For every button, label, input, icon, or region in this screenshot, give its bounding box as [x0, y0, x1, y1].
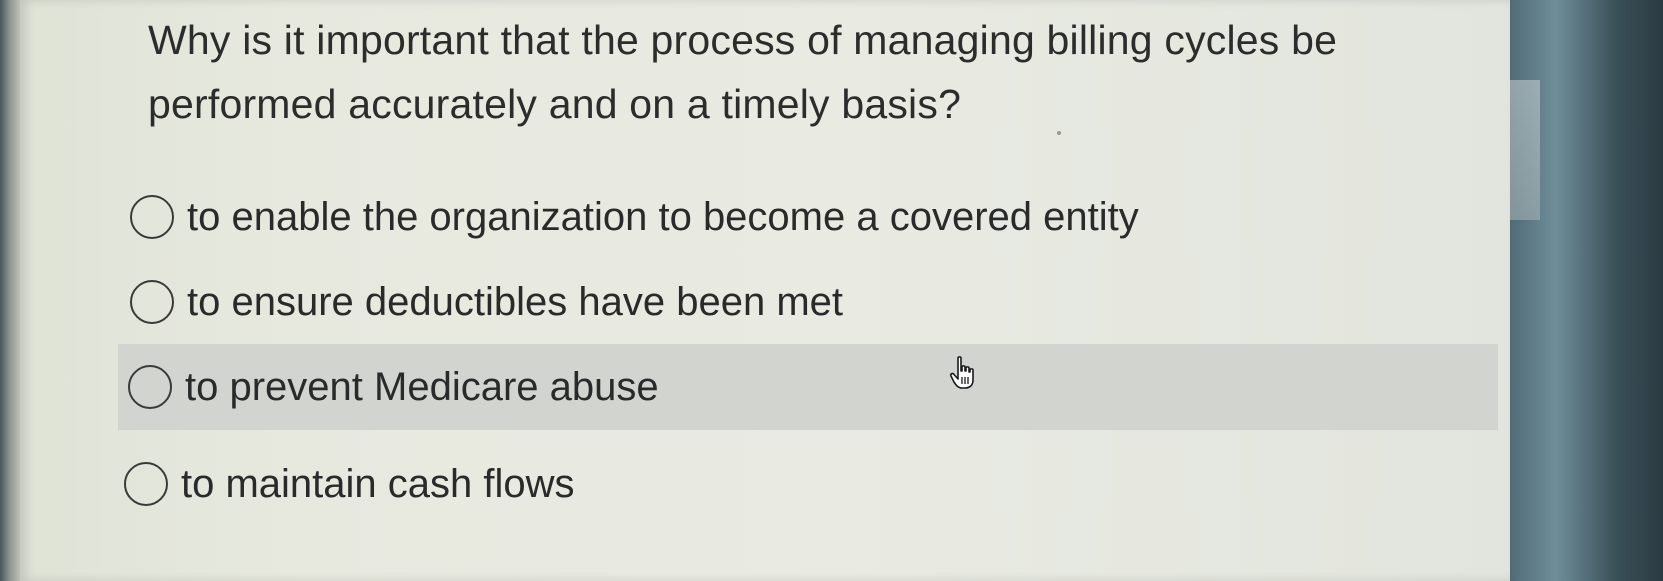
option-label: to maintain cash flows [181, 461, 575, 506]
option-medicare-abuse[interactable]: to prevent Medicare abuse [118, 344, 1498, 430]
photo-scene: Why is it important that the process of … [0, 0, 1663, 581]
radio-button[interactable] [130, 195, 174, 239]
option-cash-flows[interactable]: to maintain cash flows [114, 441, 1494, 527]
option-label: to enable the organization to become a c… [187, 194, 1139, 239]
radio-button[interactable] [130, 280, 174, 324]
radio-button[interactable] [124, 462, 168, 506]
option-label: to ensure deductibles have been met [187, 279, 843, 324]
option-covered-entity[interactable]: to enable the organization to become a c… [120, 174, 1500, 260]
hand-pointer-icon [949, 356, 974, 389]
background-reflection [1510, 80, 1540, 220]
option-deductibles[interactable]: to ensure deductibles have been met [120, 259, 1500, 345]
option-label: to prevent Medicare abuse [185, 364, 659, 409]
answer-options: to enable the organization to become a c… [0, 0, 1510, 581]
radio-button[interactable] [128, 365, 172, 409]
